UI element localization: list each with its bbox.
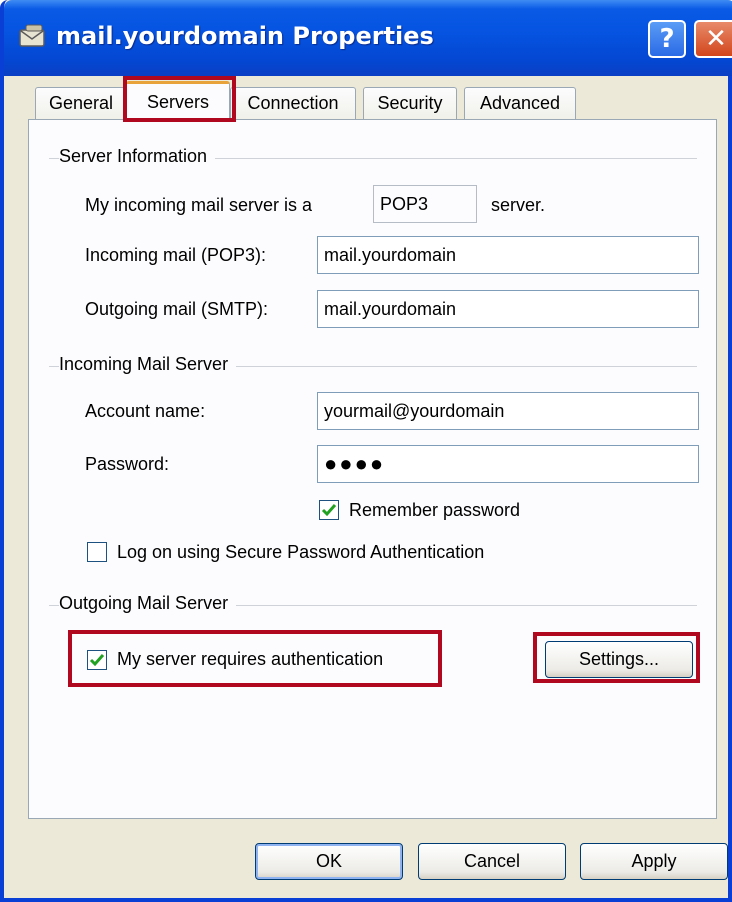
incoming-mail-label: Incoming mail (POP3): [85, 245, 267, 265]
tab-servers[interactable]: Servers [126, 81, 230, 121]
remember-password-label[interactable]: Remember password [349, 500, 520, 521]
window-title: mail.yourdomain Properties [56, 22, 434, 50]
spa-label[interactable]: Log on using Secure Password Authenticat… [117, 542, 484, 563]
close-button[interactable]: ✕ [694, 20, 732, 58]
incoming-server-type-field: POP3 [373, 185, 477, 223]
tab-label: General [48, 93, 114, 113]
settings-button-label: Settings... [578, 649, 660, 669]
server-information-heading: Server Information [59, 146, 216, 167]
ok-button-label: OK [315, 851, 342, 871]
tab-connection[interactable]: Connection [230, 87, 356, 119]
tab-label: Servers [146, 92, 209, 112]
tab-label: Advanced [479, 93, 561, 113]
tab-advanced[interactable]: Advanced [464, 87, 576, 119]
outgoing-mail-label: Outgoing mail (SMTP): [85, 299, 269, 319]
ok-button[interactable]: OK [255, 843, 403, 880]
checkmark-icon [89, 654, 105, 667]
password-input[interactable]: ●●●● [317, 445, 699, 483]
question-mark-icon: ? [659, 24, 675, 54]
help-button[interactable]: ? [648, 20, 686, 58]
apply-button[interactable]: Apply [580, 843, 728, 880]
password-label: Password: [85, 454, 170, 474]
mail-account-icon [19, 24, 45, 47]
incoming-type-suffix-label: server. [491, 195, 546, 215]
remember-password-checkbox[interactable] [319, 500, 339, 520]
incoming-mail-server-heading: Incoming Mail Server [59, 354, 237, 375]
outgoing-mail-server-heading: Outgoing Mail Server [59, 593, 237, 614]
tab-strip: General Servers Connection Security Adva… [4, 76, 732, 121]
incoming-mail-input[interactable]: mail.yourdomain [317, 236, 699, 274]
apply-button-label: Apply [631, 851, 677, 871]
tab-label: Connection [247, 93, 339, 113]
outgoing-mail-input[interactable]: mail.yourdomain [317, 290, 699, 328]
account-name-input[interactable]: yourmail@yourdomain [317, 392, 699, 430]
requires-authentication-label[interactable]: My server requires authentication [117, 649, 383, 670]
tab-security[interactable]: Security [363, 87, 457, 119]
checkmark-icon [321, 504, 337, 517]
settings-button[interactable]: Settings... [545, 641, 693, 678]
incoming-type-prefix-label: My incoming mail server is a [85, 195, 313, 215]
incoming-mail-value: mail.yourdomain [324, 244, 457, 265]
properties-dialog: mail.yourdomain Properties ? ✕ General S… [0, 0, 732, 902]
tab-label: Security [377, 93, 443, 113]
spa-checkbox[interactable] [87, 542, 107, 562]
password-value: ●●●● [324, 451, 386, 476]
account-name-label: Account name: [85, 401, 206, 421]
incoming-server-type-value: POP3 [380, 193, 429, 214]
title-bar[interactable]: mail.yourdomain Properties ? ✕ [4, 0, 732, 76]
close-icon: ✕ [705, 24, 727, 54]
account-name-value: yourmail@yourdomain [324, 400, 505, 421]
requires-authentication-checkbox[interactable] [87, 650, 107, 670]
servers-tab-panel: Server Information My incoming mail serv… [28, 119, 717, 819]
outgoing-mail-value: mail.yourdomain [324, 298, 457, 319]
cancel-button-label: Cancel [463, 851, 521, 871]
cancel-button[interactable]: Cancel [418, 843, 566, 880]
tab-general[interactable]: General [35, 87, 127, 119]
